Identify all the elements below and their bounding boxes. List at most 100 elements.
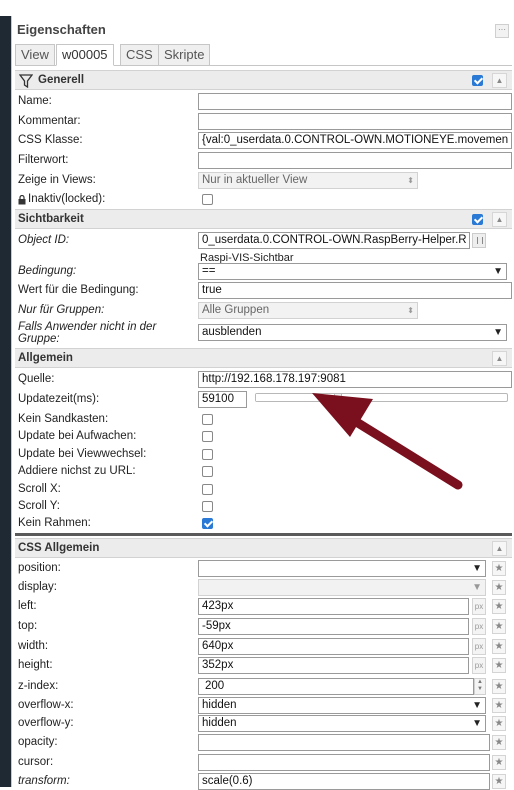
label-kein-rahmen: Kein Rahmen:: [18, 517, 91, 529]
top-strip: [0, 0, 514, 16]
chevron-up-icon[interactable]: ▲: [492, 351, 507, 366]
star-icon[interactable]: ★: [492, 599, 506, 614]
section-sichtbarkeit-checkbox[interactable]: [472, 214, 483, 225]
section-generell-checkbox[interactable]: [472, 75, 483, 86]
star-icon[interactable]: ★: [492, 755, 506, 770]
z-index-input[interactable]: 200: [198, 678, 474, 695]
label-kein-sandkasten: Kein Sandkasten:: [18, 413, 109, 425]
chevron-up-icon[interactable]: ▲: [492, 212, 507, 227]
scroll-x-checkbox[interactable]: [202, 484, 213, 495]
updatezeit-input[interactable]: 59100: [198, 391, 247, 408]
px-unit-icon[interactable]: px: [472, 657, 486, 674]
label-falls-anwender: Falls Anwender nicht in der Gruppe:: [18, 321, 157, 345]
tab-css[interactable]: CSS: [120, 44, 159, 66]
px-unit-icon[interactable]: px: [472, 598, 486, 615]
section-divider: [15, 533, 512, 536]
updatezeit-slider[interactable]: [255, 393, 508, 402]
chevron-down-icon: ▼: [493, 266, 503, 277]
section-generell-header[interactable]: Generell ▲: [15, 70, 512, 90]
label-updatezeit: Updatezeit(ms):: [18, 393, 100, 405]
spinner-icon[interactable]: ▲ ▼: [474, 678, 486, 695]
updown-icon: ⬍: [407, 306, 414, 315]
kommentar-input[interactable]: [198, 113, 512, 130]
left-dark-bar: [0, 16, 11, 787]
left-input[interactable]: 423px: [198, 598, 469, 615]
chevron-up-icon[interactable]: ▲: [492, 73, 507, 88]
section-allgemein-title: Allgemein: [18, 352, 73, 364]
zeige-in-views-value: Nur in aktueller View: [202, 174, 308, 186]
updown-icon: ⬍: [407, 176, 414, 185]
label-position: position:: [18, 562, 61, 574]
quelle-input[interactable]: http://192.168.178.197:9081: [198, 371, 512, 388]
update-aufwachen-checkbox[interactable]: [202, 431, 213, 442]
properties-panel: Eigenschaften ··· View w00005 CSS Skript…: [11, 16, 514, 790]
panel-menu-button[interactable]: ···: [495, 24, 509, 38]
star-icon[interactable]: ★: [492, 716, 506, 731]
overflow-y-select[interactable]: hidden ▼: [198, 715, 486, 732]
star-icon[interactable]: ★: [492, 580, 506, 595]
transform-input[interactable]: scale(0.6): [198, 773, 490, 790]
tab-w00005[interactable]: w00005: [56, 44, 114, 66]
gruppen-select[interactable]: Alle Gruppen ⬍: [198, 302, 418, 319]
css-klasse-input[interactable]: {val:0_userdata.0.CONTROL-OWN.MOTIONEYE.…: [198, 132, 512, 149]
star-icon[interactable]: ★: [492, 679, 506, 694]
wert-input[interactable]: true: [198, 282, 512, 299]
addiere-checkbox[interactable]: [202, 466, 213, 477]
label-top: top:: [18, 620, 38, 632]
label-width: width:: [18, 640, 49, 652]
bedingung-select[interactable]: == ▼: [198, 263, 507, 280]
star-icon[interactable]: ★: [492, 619, 506, 634]
label-scroll-x: Scroll X:: [18, 483, 61, 495]
section-sichtbarkeit-title: Sichtbarkeit: [18, 213, 84, 225]
kein-sandkasten-checkbox[interactable]: [202, 414, 213, 425]
star-icon[interactable]: ★: [492, 639, 506, 654]
section-sichtbarkeit-header[interactable]: Sichtbarkeit ▲: [15, 209, 512, 229]
chevron-down-icon: ▼: [472, 718, 482, 729]
label-css-klasse: CSS Klasse:: [18, 134, 83, 146]
px-unit-icon[interactable]: px: [472, 638, 486, 655]
star-icon[interactable]: ★: [492, 561, 506, 576]
section-allgemein-header[interactable]: Allgemein ▲: [15, 348, 512, 368]
chevron-up-icon[interactable]: ▲: [492, 541, 507, 556]
update-viewwechsel-checkbox[interactable]: [202, 449, 213, 460]
filterwort-input[interactable]: [198, 152, 512, 169]
position-select[interactable]: ▼: [198, 560, 486, 577]
star-icon[interactable]: ★: [492, 735, 506, 750]
inaktiv-checkbox[interactable]: [202, 194, 213, 205]
object-id-input[interactable]: 0_userdata.0.CONTROL-OWN.RaspBerry-Helpe…: [198, 232, 470, 249]
overflow-y-value: hidden: [202, 717, 237, 729]
label-name: Name:: [18, 95, 52, 107]
top-input[interactable]: -59px: [198, 618, 469, 635]
section-css-allgemein-header[interactable]: CSS Allgemein ▲: [15, 538, 512, 558]
zeige-in-views-select[interactable]: Nur in aktueller View ⬍: [198, 172, 418, 189]
object-id-picker-button[interactable]: [472, 233, 486, 248]
label-zeige-in-views: Zeige in Views:: [18, 174, 96, 186]
lock-icon: [18, 195, 26, 205]
px-unit-icon[interactable]: px: [472, 618, 486, 635]
name-input[interactable]: [198, 93, 512, 110]
kein-rahmen-checkbox[interactable]: [202, 518, 213, 529]
width-input[interactable]: 640px: [198, 638, 469, 655]
label-overflow-y: overflow-y:: [18, 717, 74, 729]
label-quelle: Quelle:: [18, 373, 55, 385]
tab-view[interactable]: View: [15, 44, 55, 66]
label-z-index: z-index:: [18, 680, 59, 692]
star-icon[interactable]: ★: [492, 658, 506, 673]
opacity-input[interactable]: [198, 734, 490, 751]
falls-anwender-select[interactable]: ausblenden ▼: [198, 324, 507, 341]
updatezeit-slider-handle[interactable]: [334, 393, 342, 402]
star-icon[interactable]: ★: [492, 698, 506, 713]
section-generell-title: Generell: [38, 74, 85, 86]
tab-skripte[interactable]: Skripte: [158, 44, 211, 66]
height-input[interactable]: 352px: [198, 657, 469, 674]
updatezeit-slider-fill: [256, 394, 334, 401]
label-overflow-x: overflow-x:: [18, 699, 74, 711]
label-object-id: Object ID:: [18, 234, 70, 246]
label-opacity: opacity:: [18, 736, 58, 748]
label-nur-fuer-gruppen: Nur für Gruppen:: [18, 304, 105, 316]
cursor-input[interactable]: [198, 754, 490, 771]
display-select[interactable]: ▼: [198, 579, 486, 596]
scroll-y-checkbox[interactable]: [202, 501, 213, 512]
overflow-x-select[interactable]: hidden ▼: [198, 697, 486, 714]
chevron-down-icon: ▼: [493, 327, 503, 338]
